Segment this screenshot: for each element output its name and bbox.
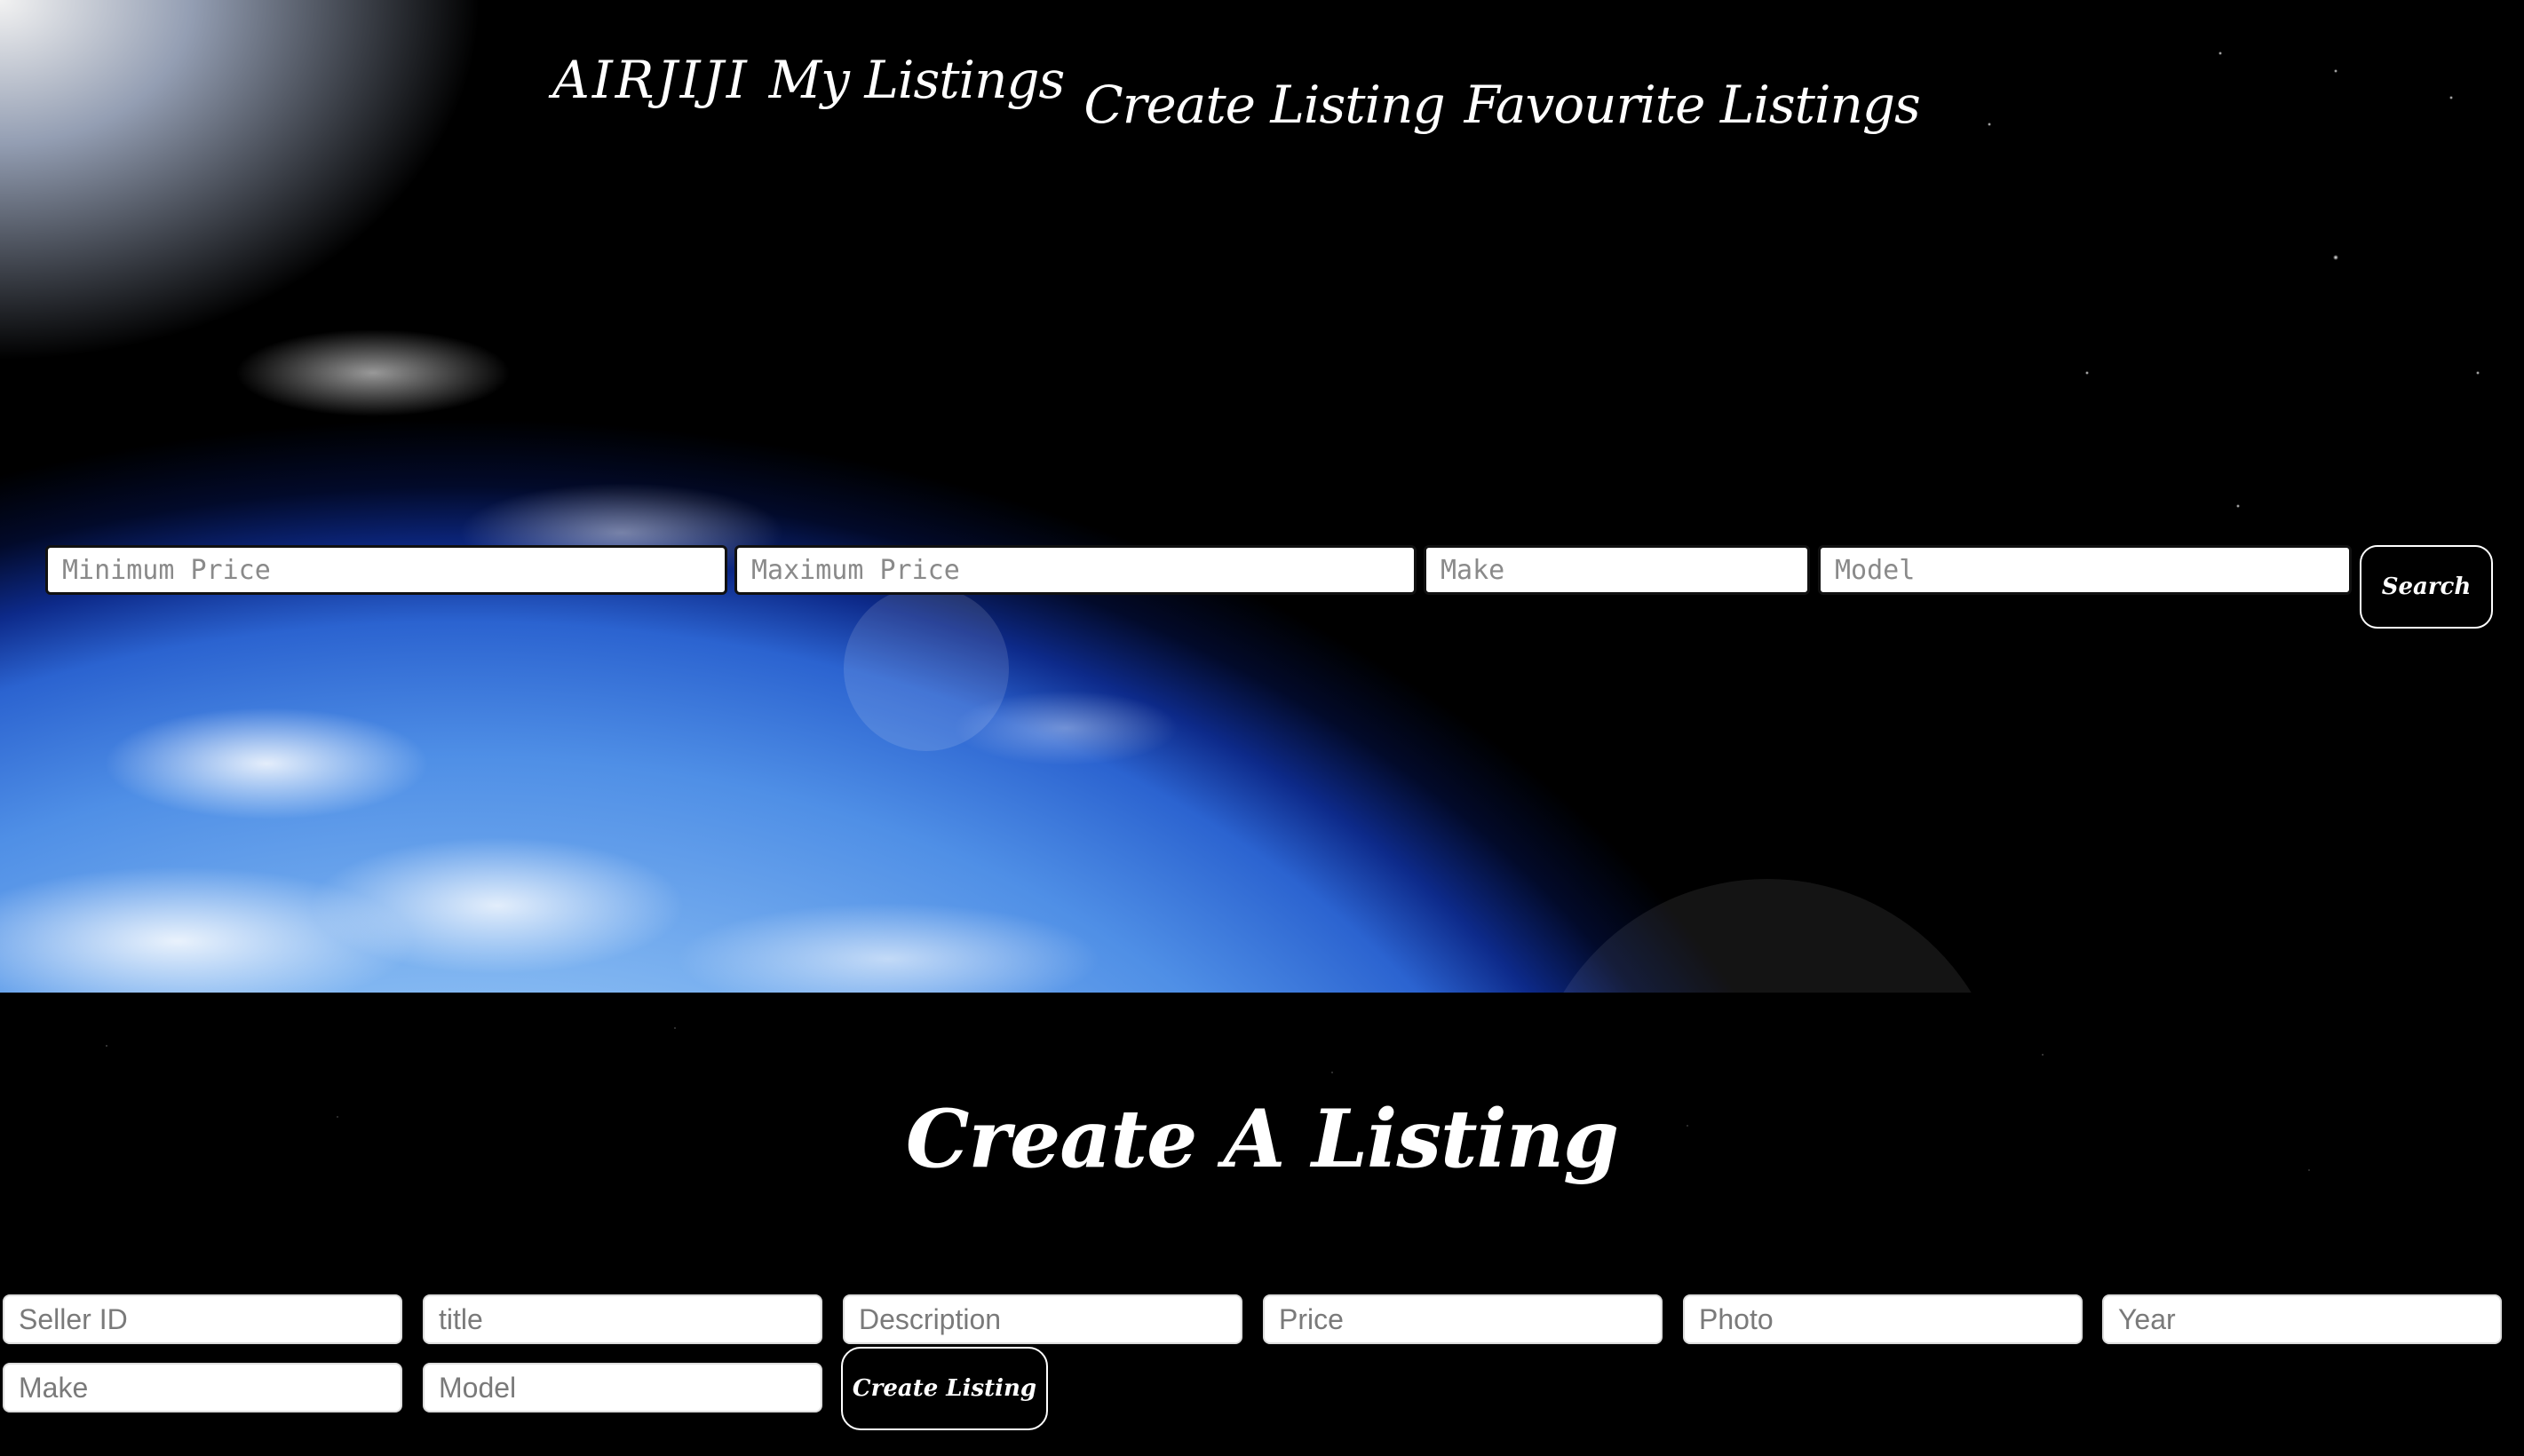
make-search-input[interactable] <box>1424 545 1810 595</box>
year-field[interactable] <box>2102 1294 2502 1344</box>
search-button[interactable]: Search <box>2360 545 2493 629</box>
seller-id-field[interactable] <box>3 1294 402 1344</box>
nav-create-listing-link[interactable]: Create Listing <box>1083 75 1445 135</box>
hero-banner <box>0 0 2524 993</box>
max-price-input[interactable] <box>734 545 1417 595</box>
description-field[interactable] <box>843 1294 1242 1344</box>
make-field[interactable] <box>3 1363 402 1412</box>
photo-field[interactable] <box>1683 1294 2083 1344</box>
create-listing-button[interactable]: Create Listing <box>841 1347 1048 1430</box>
nav-my-listings-link[interactable]: My Listings <box>769 50 1066 110</box>
top-nav: AIRJIJI My Listings Create Listing Favou… <box>552 50 1921 135</box>
model-field[interactable] <box>423 1363 822 1412</box>
nav-favourite-listings-link[interactable]: Favourite Listings <box>1464 75 1921 135</box>
model-search-input[interactable] <box>1818 545 2352 595</box>
title-field[interactable] <box>423 1294 822 1344</box>
starfield <box>0 0 2524 993</box>
hero-headline: Buy Some Airplanes and Spaceships! <box>522 311 2002 396</box>
min-price-input[interactable] <box>45 545 727 595</box>
create-listing-title: Create A Listing <box>905 1092 1619 1186</box>
price-field[interactable] <box>1263 1294 1663 1344</box>
nav-brand-link[interactable]: AIRJIJI <box>552 50 750 110</box>
